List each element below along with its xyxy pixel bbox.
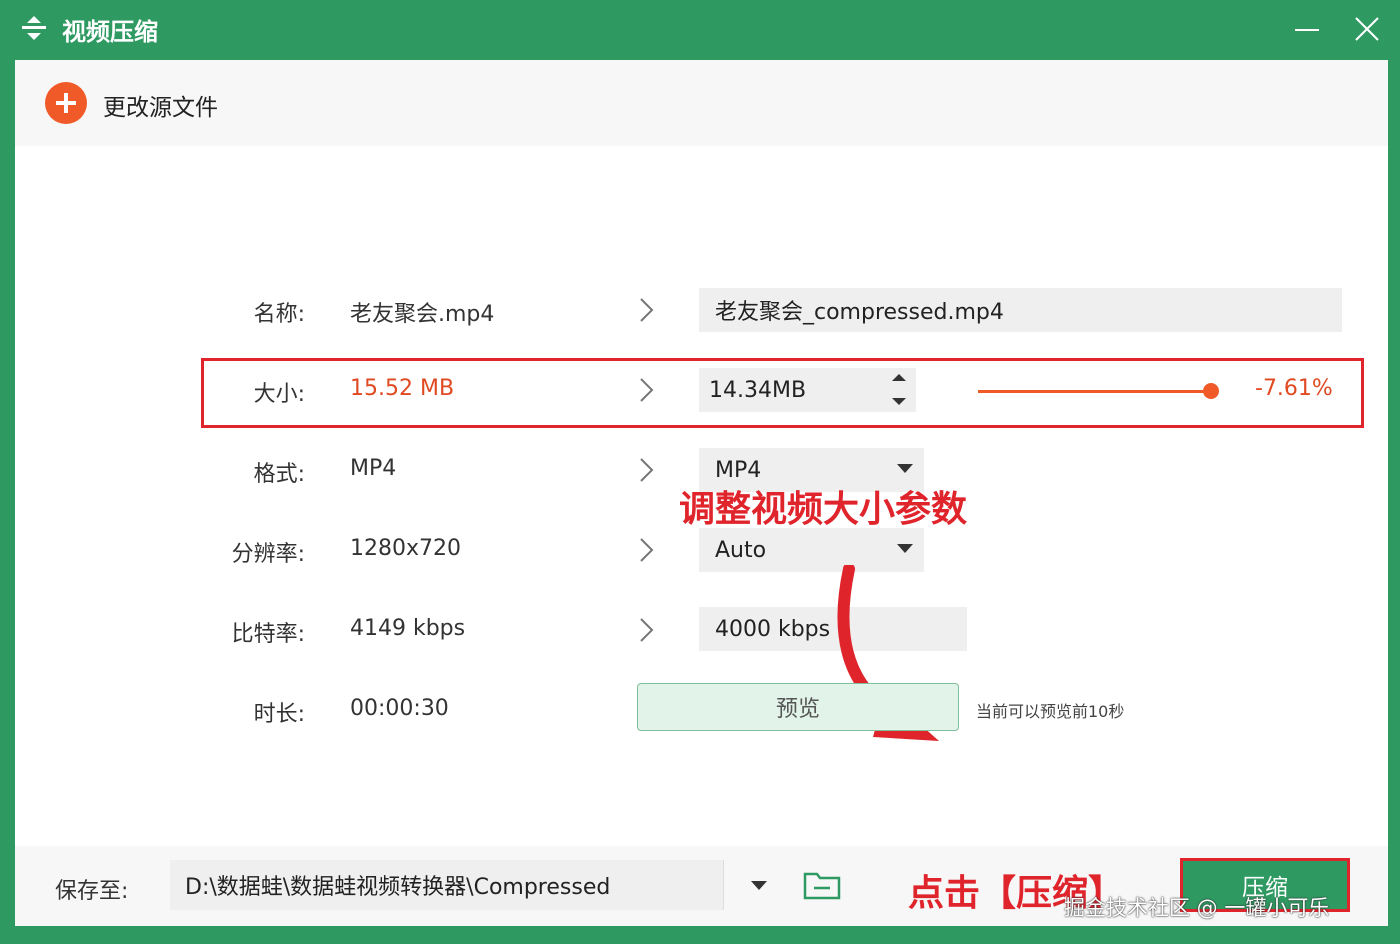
size-label: 大小: xyxy=(253,382,305,407)
duration-source: 00:00:30 xyxy=(350,696,449,721)
spin-down-icon[interactable] xyxy=(892,398,906,405)
name-source: 老友聚会.mp4 xyxy=(350,302,495,327)
spin-up-icon[interactable] xyxy=(892,374,906,381)
folder-icon[interactable] xyxy=(802,868,842,902)
bitrate-label: 比特率: xyxy=(231,622,305,647)
format-label: 格式: xyxy=(253,462,305,487)
preview-note: 当前可以预览前10秒 xyxy=(976,702,1125,721)
name-output-field[interactable]: 老友聚会_compressed.mp4 xyxy=(699,288,1342,332)
bitrate-source: 4149 kbps xyxy=(350,616,466,641)
chevron-right-icon xyxy=(640,538,654,562)
chevron-down-icon xyxy=(751,881,767,890)
window-title: 视频压缩 xyxy=(62,18,158,46)
change-source-button[interactable] xyxy=(45,82,87,124)
size-input-value: 14.34MB xyxy=(709,377,807,403)
app-window: 视频压缩 更改源文件 名称: 老友聚会.mp4 老友聚会_compressed.… xyxy=(0,0,1400,944)
compress-icon xyxy=(22,16,46,40)
size-source: 15.52 MB xyxy=(350,376,455,401)
main-panel: 更改源文件 名称: 老友聚会.mp4 老友聚会_compressed.mp4 大… xyxy=(15,60,1388,926)
chevron-down-icon[interactable] xyxy=(897,544,913,553)
size-slider-track[interactable] xyxy=(978,390,1213,393)
duration-label: 时长: xyxy=(253,702,305,727)
plus-icon xyxy=(56,93,76,113)
resolution-select-value: Auto xyxy=(715,537,767,563)
chevron-right-icon xyxy=(640,298,654,322)
resolution-label: 分辨率: xyxy=(231,542,305,567)
format-select-value: MP4 xyxy=(715,457,762,483)
chevron-right-icon xyxy=(640,458,654,482)
name-label: 名称: xyxy=(253,302,305,327)
toolbar: 更改源文件 xyxy=(15,60,1388,146)
format-source: MP4 xyxy=(350,456,397,481)
size-reduction-percent: -7.61% xyxy=(1255,376,1333,401)
title-bar: 视频压缩 xyxy=(0,0,1400,58)
preview-button[interactable]: 预览 xyxy=(637,683,959,731)
watermark: 掘金技术社区 @ 一罐小可乐 xyxy=(1064,896,1330,920)
close-icon[interactable] xyxy=(1352,14,1382,44)
resolution-source: 1280x720 xyxy=(350,536,461,561)
minimize-icon[interactable] xyxy=(1292,14,1322,44)
chevron-right-icon xyxy=(640,618,654,642)
size-slider-handle[interactable] xyxy=(1203,383,1219,399)
output-path-field[interactable]: D:\数据蛙\数据蛙视频转换器\Compressed xyxy=(170,860,723,910)
chevron-right-icon xyxy=(640,378,654,402)
save-to-label: 保存至: xyxy=(55,879,129,904)
output-path-dropdown[interactable] xyxy=(723,860,794,910)
annotation-adjust-text: 调整视频大小参数 xyxy=(679,489,968,530)
size-input[interactable]: 14.34MB xyxy=(699,368,916,412)
change-source-label[interactable]: 更改源文件 xyxy=(103,88,218,122)
chevron-down-icon[interactable] xyxy=(897,464,913,473)
